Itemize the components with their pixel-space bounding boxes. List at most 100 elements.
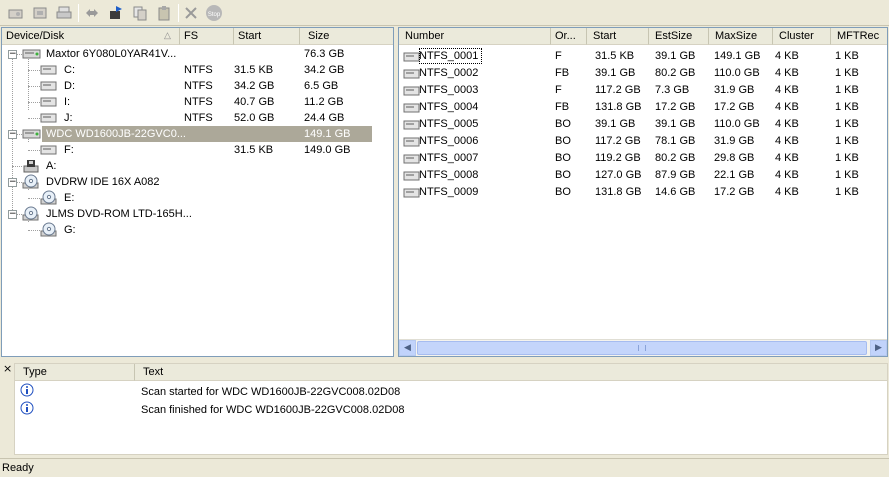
tree-row-size: 34.2 GB <box>304 64 345 76</box>
col-header-number[interactable]: Number <box>399 28 551 45</box>
col-header-size[interactable]: Size <box>300 28 393 45</box>
scroll-right-icon[interactable]: ▶ <box>870 340 887 356</box>
device-tree: Device/Disk △ FS Start Size − Maxtor 6Y08… <box>1 27 394 357</box>
col-header-start[interactable]: Start <box>234 28 300 45</box>
open-disk-icon[interactable] <box>6 3 26 23</box>
partition-or: FB <box>555 101 570 113</box>
partition-cluster: 4 KB <box>775 101 799 113</box>
partition-start: 131.8 GB <box>595 186 642 198</box>
tree-row-start: 34.2 GB <box>234 80 275 92</box>
partition-mftrec: 1 KB <box>835 101 859 113</box>
partition-row[interactable]: NTFS_0003 F 117.2 GB 7.3 GB 31.9 GB 4 KB 1 KB <box>399 82 887 98</box>
partition-maxsize: 17.2 GB <box>714 186 755 198</box>
partition-row[interactable]: NTFS_0006 BO 117.2 GB 78.1 GB 31.9 GB 4 KB 1 K… <box>399 133 887 149</box>
tree-row-start: 31.5 KB <box>234 144 274 156</box>
col-header-estsize[interactable]: EstSize <box>649 28 709 45</box>
export-icon[interactable] <box>106 3 126 23</box>
partition-row[interactable]: NTFS_0002 FB 39.1 GB 80.2 GB 110.0 GB 4 KB 1 K… <box>399 65 887 81</box>
tree-row[interactable]: J: NTFS 52.0 GB 24.4 GB <box>2 110 393 126</box>
info-icon <box>20 401 34 420</box>
partition-estsize: 80.2 GB <box>655 67 696 79</box>
tree-row-size: 6.5 GB <box>304 80 339 92</box>
partition-estsize: 39.1 GB <box>655 50 696 62</box>
tree-row-fs: NTFS <box>184 64 213 76</box>
paste-icon[interactable] <box>154 3 174 23</box>
tree-row-name: JLMS DVD-ROM LTD-165H... <box>46 208 192 220</box>
log-row[interactable]: Scan finished for WDC WD1600JB-22GVC008.… <box>15 401 887 420</box>
col-header-device[interactable]: Device/Disk <box>2 28 180 45</box>
col-header-maxsize[interactable]: MaxSize <box>709 28 773 45</box>
save-image-icon[interactable] <box>30 3 50 23</box>
partition-mftrec: 1 KB <box>835 152 859 164</box>
tree-line <box>28 230 40 231</box>
tree-row-name: I: <box>64 96 71 108</box>
col-header-start[interactable]: Start <box>587 28 649 45</box>
tree-row-name: F: <box>64 144 74 156</box>
horizontal-scrollbar[interactable]: ◀ ▶ <box>399 339 887 356</box>
partition-number: NTFS_0002 <box>419 67 479 79</box>
partition-row[interactable]: NTFS_0004 FB 131.8 GB 17.2 GB 17.2 GB 4 KB 1 K… <box>399 99 887 115</box>
partition-number: NTFS_0001 <box>419 48 483 64</box>
tree-line <box>12 166 22 167</box>
tree-row[interactable]: I: NTFS 40.7 GB 11.2 GB <box>2 94 393 110</box>
tree-row-name: D: <box>64 80 75 92</box>
partition-row[interactable]: NTFS_0001 F 31.5 KB 39.1 GB 149.1 GB 4 KB 1 KB <box>399 48 887 64</box>
tree-row[interactable]: D: NTFS 34.2 GB 6.5 GB <box>2 78 393 94</box>
log-row[interactable]: Scan started for WDC WD1600JB-22GVC008.0… <box>15 383 887 400</box>
col-header-type[interactable]: Type <box>15 364 135 381</box>
partition-row[interactable]: NTFS_0008 BO 127.0 GB 87.9 GB 22.1 GB 4 KB 1 K… <box>399 167 887 183</box>
tree-row[interactable]: F: 31.5 KB 149.0 GB <box>2 142 393 158</box>
tree-row-name: Maxtor 6Y080L0YAR41V... <box>46 48 177 60</box>
col-header-or[interactable]: Or... <box>551 28 587 45</box>
collapse-icon[interactable]: − <box>8 50 17 59</box>
tree-row-fs: NTFS <box>184 80 213 92</box>
tree-row-name: A: <box>46 160 57 172</box>
partition-maxsize: 31.9 GB <box>714 135 755 147</box>
partition-estsize: 39.1 GB <box>655 118 696 130</box>
partition-number: NTFS_0005 <box>419 118 479 130</box>
swap-icon[interactable] <box>82 3 102 23</box>
partition-mftrec: 1 KB <box>835 84 859 96</box>
log-text: Scan started for WDC WD1600JB-22GVC008.0… <box>141 386 401 398</box>
partition-start: 31.5 KB <box>595 50 635 62</box>
partition-or: BO <box>555 169 571 181</box>
tree-row[interactable]: C: NTFS 31.5 KB 34.2 GB <box>2 62 393 78</box>
tree-row[interactable]: − DVDRW IDE 16X A082 <box>2 174 393 190</box>
collapse-icon[interactable]: − <box>8 130 17 139</box>
tree-row[interactable]: − Maxtor 6Y080L0YAR41V... 76.3 GB <box>2 46 393 62</box>
partition-estsize: 14.6 GB <box>655 186 696 198</box>
log-list: Type Text Scan started for WDC WD1600JB-… <box>14 363 888 455</box>
col-header-cluster[interactable]: Cluster <box>773 28 831 45</box>
partition-number: NTFS_0007 <box>419 152 479 164</box>
partition-cluster: 4 KB <box>775 135 799 147</box>
tree-row[interactable]: A: <box>2 158 393 174</box>
collapse-icon[interactable]: − <box>8 178 17 187</box>
tree-row[interactable]: G: <box>2 222 393 238</box>
print-icon[interactable] <box>54 3 74 23</box>
tree-row-fs: NTFS <box>184 112 213 124</box>
tree-row-start: 31.5 KB <box>234 64 274 76</box>
copy-icon[interactable] <box>130 3 150 23</box>
partition-row[interactable]: NTFS_0005 BO 39.1 GB 39.1 GB 110.0 GB 4 KB 1 K… <box>399 116 887 132</box>
partition-start: 119.2 GB <box>595 152 641 164</box>
partition-row[interactable]: NTFS_0009 BO 131.8 GB 14.6 GB 17.2 GB 4 KB 1 K… <box>399 184 887 200</box>
col-header-mftrec[interactable]: MFTRec <box>831 28 887 45</box>
col-header-text[interactable]: Text <box>135 364 887 381</box>
tree-row[interactable]: − JLMS DVD-ROM LTD-165H... <box>2 206 393 222</box>
tree-row[interactable]: − WDC WD1600JB-22GVC0... 149.1 GB <box>2 126 393 142</box>
stop-icon[interactable]: Stop <box>204 3 224 23</box>
partition-or: FB <box>555 67 570 79</box>
scrollbar-thumb[interactable] <box>417 341 867 355</box>
collapse-icon[interactable]: − <box>8 210 17 219</box>
partition-start: 39.1 GB <box>595 118 636 130</box>
partition-maxsize: 110.0 GB <box>714 118 760 130</box>
close-log-icon[interactable]: × <box>3 362 12 375</box>
cancel-icon[interactable] <box>181 3 201 23</box>
tree-row-start: 52.0 GB <box>234 112 275 124</box>
partition-or: BO <box>555 135 571 147</box>
partition-row[interactable]: NTFS_0007 BO 119.2 GB 80.2 GB 29.8 GB 4 KB 1 K… <box>399 150 887 166</box>
tree-row[interactable]: E: <box>2 190 393 206</box>
scroll-left-icon[interactable]: ◀ <box>399 340 416 356</box>
col-header-fs[interactable]: FS <box>180 28 234 45</box>
partition-cluster: 4 KB <box>775 50 799 62</box>
